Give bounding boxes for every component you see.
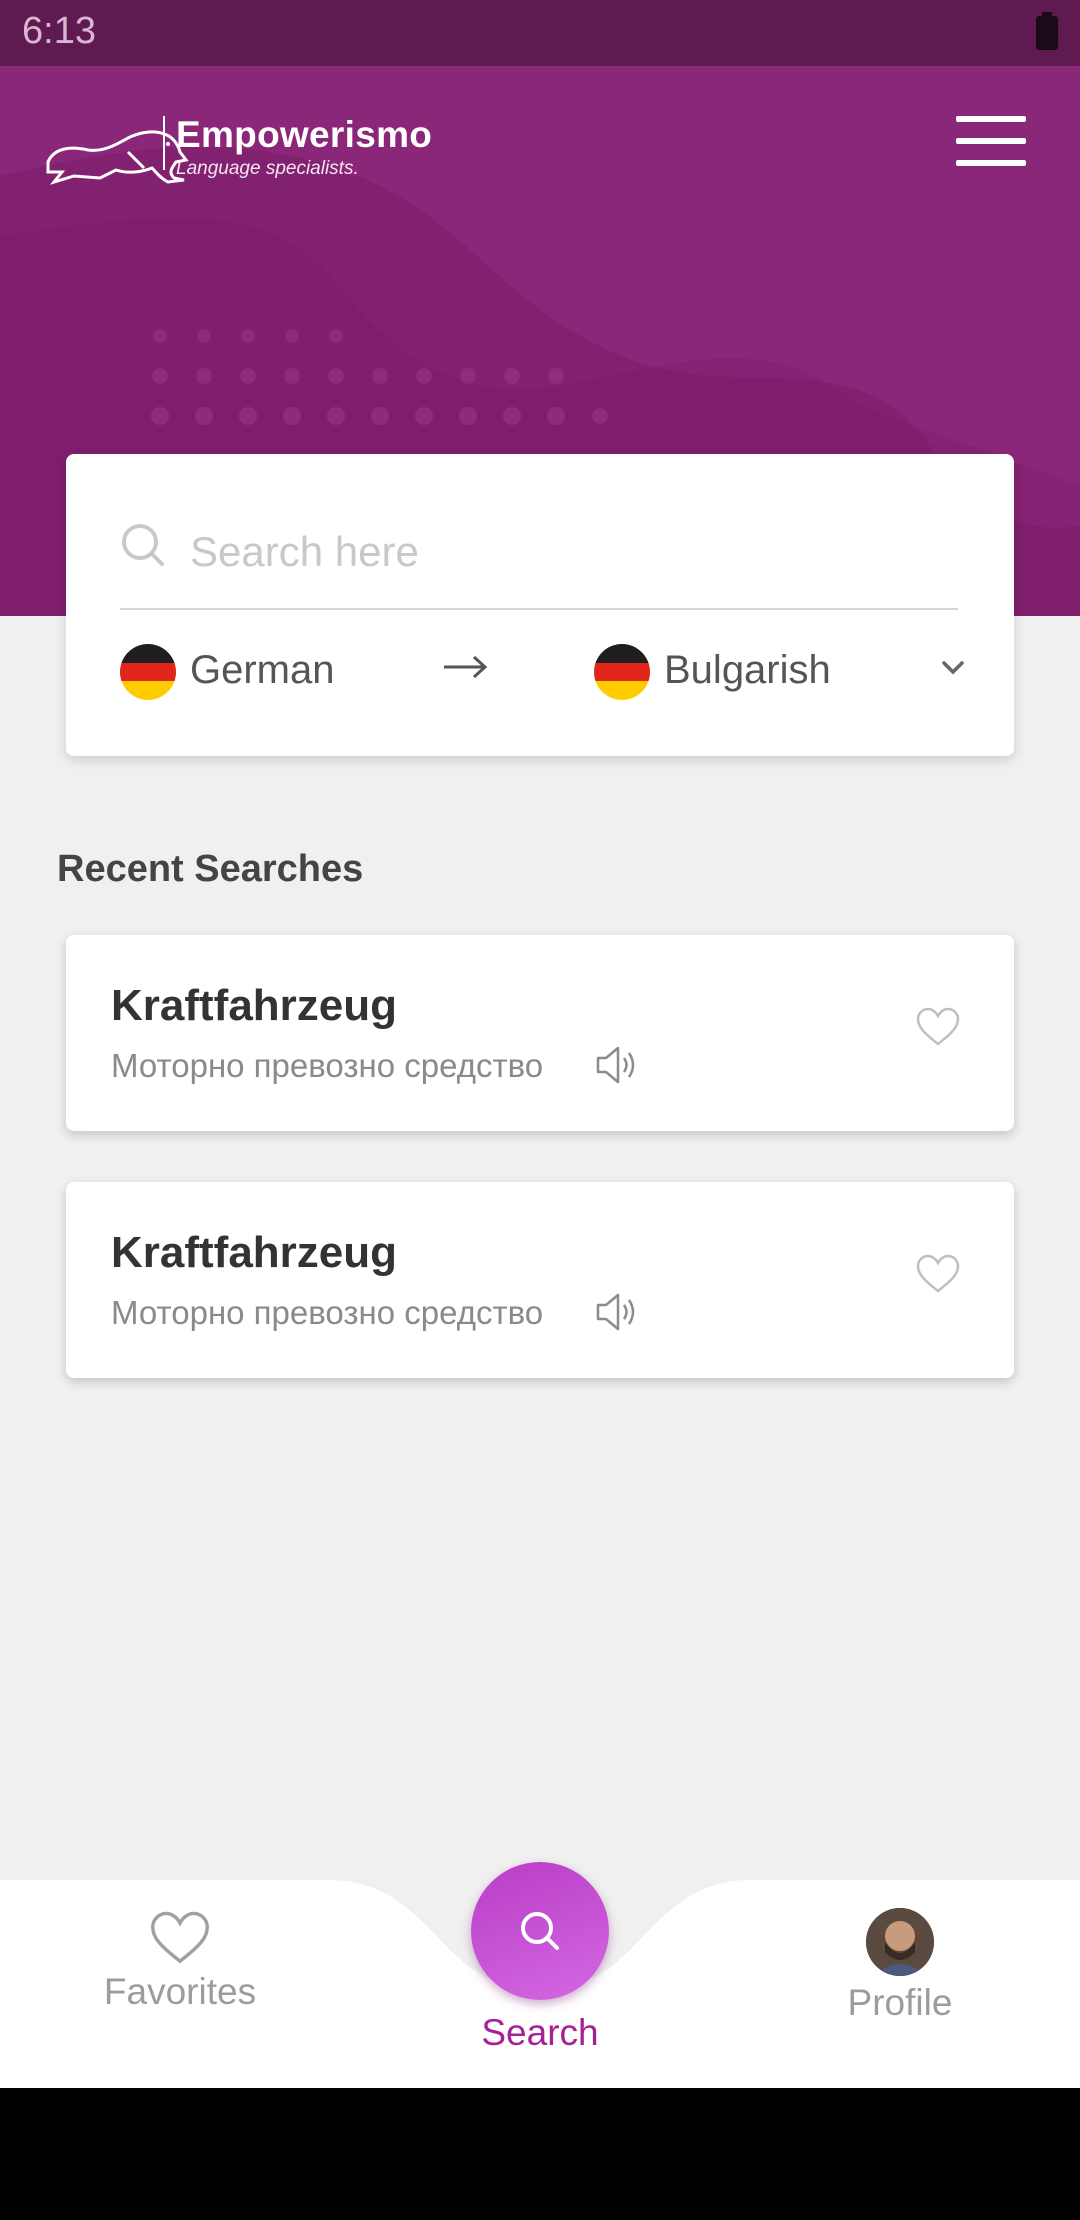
nav-favorites-label: Favorites — [103, 1971, 257, 2012]
recent-item[interactable]: Kraftfahrzeug Моторно превозно средство — [66, 1182, 1014, 1378]
search-field — [120, 516, 958, 610]
search-fab-button[interactable] — [471, 1862, 609, 2000]
nav-profile[interactable]: Profile — [790, 1908, 1010, 2024]
recent-word: Kraftfahrzeug — [111, 981, 398, 1030]
nav-favorites[interactable]: Favorites — [70, 1910, 290, 2013]
speaker-icon[interactable] — [594, 1043, 640, 1087]
favorite-heart-icon[interactable] — [916, 1254, 960, 1294]
hamburger-menu-icon[interactable] — [956, 116, 1026, 170]
chevron-down-icon[interactable] — [940, 658, 966, 678]
search-icon — [521, 1912, 559, 1950]
brand-name: Empowerismo — [176, 114, 433, 155]
search-icon — [122, 524, 164, 566]
favorite-heart-icon[interactable] — [916, 1007, 960, 1047]
recent-item[interactable]: Kraftfahrzeug Моторно превозно средство — [66, 935, 1014, 1131]
german-flag-icon — [120, 644, 176, 700]
target-flag-icon — [594, 644, 650, 700]
brand-tagline: Language specialists. — [176, 158, 359, 179]
status-time: 6:13 — [22, 10, 96, 52]
source-language[interactable]: German — [190, 648, 335, 693]
target-language[interactable]: Bulgarish — [664, 648, 831, 693]
recent-searches-title: Recent Searches — [57, 848, 364, 890]
nav-profile-label: Profile — [847, 1982, 953, 2023]
language-selector: German Bulgarish — [120, 644, 964, 708]
search-card: German Bulgarish — [66, 454, 1014, 756]
heart-icon — [151, 1911, 209, 1964]
system-nav-bar — [0, 2088, 1080, 2220]
panther-logo — [46, 130, 189, 185]
brand-divider — [163, 116, 165, 170]
nav-search-label: Search — [481, 2012, 599, 2053]
status-bar: 6:13 — [0, 0, 1080, 66]
recent-translation: Моторно превозно средство — [111, 1294, 544, 1331]
speaker-icon[interactable] — [594, 1290, 640, 1334]
avatar — [866, 1908, 934, 1976]
nav-search[interactable]: Search — [430, 2012, 650, 2054]
search-input[interactable] — [188, 516, 952, 588]
arrow-right-icon[interactable] — [442, 652, 488, 682]
recent-word: Kraftfahrzeug — [111, 1228, 398, 1277]
battery-icon — [1036, 12, 1058, 50]
recent-translation: Моторно превозно средство — [111, 1047, 544, 1084]
